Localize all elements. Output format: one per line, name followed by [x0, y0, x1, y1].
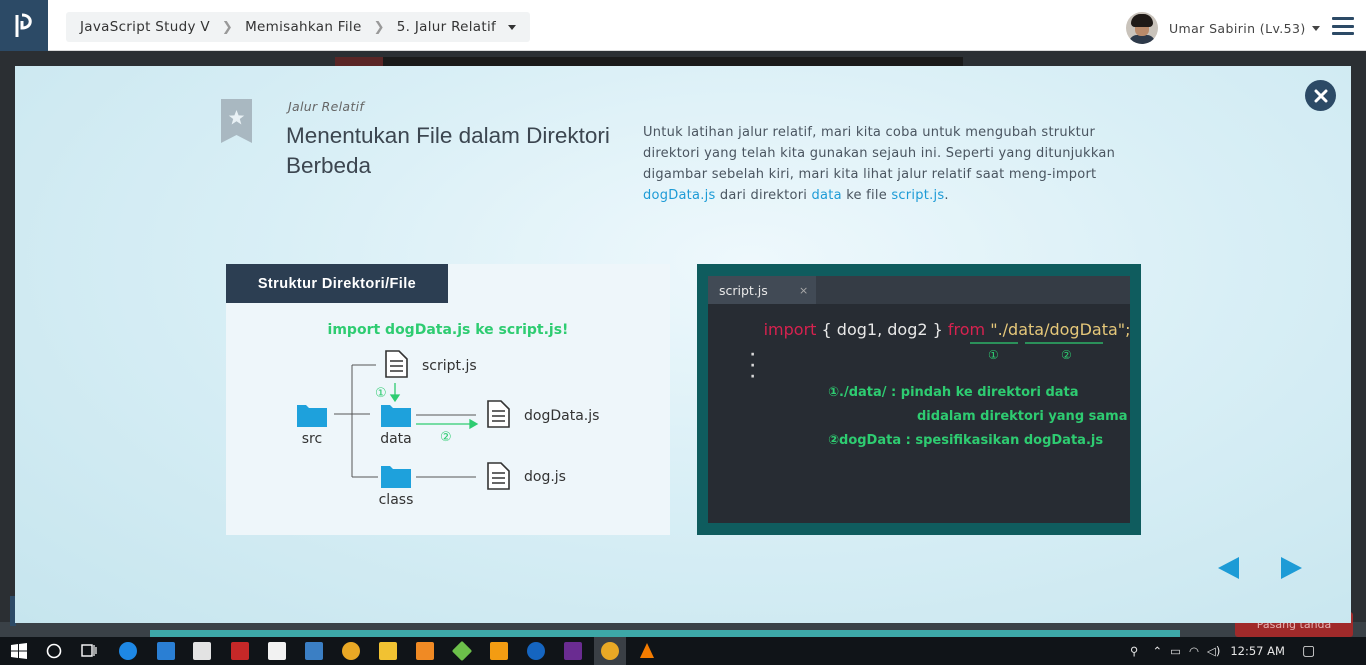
- close-modal-button[interactable]: [1305, 80, 1336, 111]
- code-figure: script.js × import { dog1, dog2 } from "…: [697, 264, 1141, 535]
- file-label-script: script.js: [422, 358, 477, 374]
- filezilla-icon[interactable]: [231, 642, 249, 660]
- vscode-icon[interactable]: [305, 642, 323, 660]
- desc-highlight-file: dogData.js: [643, 188, 716, 203]
- chevron-right-icon: ❯: [373, 19, 385, 35]
- background-progress: [150, 630, 1180, 637]
- desc-text: Untuk latihan jalur relatif, mari kita c…: [643, 125, 1116, 182]
- clock[interactable]: 12:57 AM: [1230, 644, 1285, 658]
- file-label-dog: dog.js: [524, 469, 566, 485]
- folder-label-data: data: [380, 431, 412, 447]
- folder-label-class: class: [379, 492, 414, 508]
- triangle-left-icon: [1218, 557, 1239, 579]
- bookmark-button[interactable]: [221, 99, 252, 143]
- code-keyword-import: import: [764, 320, 817, 339]
- phpstorm-icon[interactable]: [564, 642, 582, 660]
- chrome-active-icon[interactable]: [601, 642, 619, 660]
- volume-icon[interactable]: ◁): [1207, 644, 1220, 658]
- maps-icon[interactable]: [527, 642, 545, 660]
- caret-down-icon[interactable]: [508, 24, 517, 30]
- breadcrumb-course[interactable]: JavaScript Study V: [80, 19, 210, 35]
- bookmark-star-icon: [221, 99, 252, 143]
- progate-logo[interactable]: [0, 0, 48, 51]
- folder-icon: [297, 405, 327, 427]
- top-bar: JavaScript Study V ❯ Memisahkan File ❯ 5…: [0, 0, 1366, 51]
- directory-structure-figure: import dogData.js ke script.js! script.j…: [226, 264, 670, 535]
- search-circle-icon[interactable]: [45, 642, 63, 660]
- chrome-icon[interactable]: [342, 642, 360, 660]
- desc-text: dari direktori: [715, 188, 812, 203]
- file-label-dogdata: dogData.js: [524, 408, 599, 424]
- code-marker-1: ①: [988, 348, 999, 362]
- code-line: import { dog1, dog2 } from "./data/dogDa…: [728, 320, 1141, 339]
- next-slide-button[interactable]: [1279, 556, 1303, 580]
- edge-browser-icon[interactable]: [119, 642, 137, 660]
- pycharm-icon[interactable]: [268, 642, 286, 660]
- file-icon: [487, 400, 510, 428]
- breadcrumb-lesson[interactable]: 5. Jalur Relatif: [397, 19, 496, 35]
- store-icon[interactable]: [193, 642, 211, 660]
- code-content: import { dog1, dog2 } from "./data/dogDa…: [728, 320, 1141, 448]
- sublime-icon[interactable]: [490, 642, 508, 660]
- wifi-icon[interactable]: ◠: [1189, 644, 1199, 658]
- desc-text: ke file: [841, 188, 892, 203]
- file-icon: [385, 350, 408, 378]
- triangle-right-icon: [1281, 557, 1302, 579]
- git-icon[interactable]: [451, 640, 473, 662]
- lesson-title: Menentukan File dalam Direktori Berbeda: [286, 123, 610, 178]
- code-quote-end: ";: [1118, 320, 1131, 339]
- note-line-2: didalam direktori yang sama: [917, 409, 1127, 424]
- notifications-icon[interactable]: ▢: [1302, 643, 1315, 659]
- file-icon: [487, 462, 510, 490]
- avatar: [1126, 12, 1158, 44]
- tray-expand-icon[interactable]: ⌃: [1152, 644, 1162, 658]
- folder-icon: [381, 405, 411, 427]
- os-taskbar: ⚲ ⌃ ▭ ◠ ◁) 12:57 AM ▢: [0, 637, 1366, 665]
- lesson-subtitle: Jalur Relatif: [288, 99, 365, 114]
- breadcrumb-chapter[interactable]: Memisahkan File: [245, 19, 362, 35]
- system-tray: ⚲ ⌃ ▭ ◠ ◁) 12:57 AM ▢: [1130, 637, 1315, 665]
- file-explorer-icon[interactable]: [379, 642, 397, 660]
- task-view-icon[interactable]: [80, 642, 98, 660]
- desc-text: .: [944, 188, 949, 203]
- breadcrumb: JavaScript Study V ❯ Memisahkan File ❯ 5…: [66, 12, 531, 42]
- figure-caption: import dogData.js ke script.js!: [328, 322, 569, 338]
- ellipsis-dot: ·: [750, 369, 755, 385]
- note-line-3: ②dogData : spesifikasikan dogData.js: [828, 433, 1103, 448]
- vlc-icon[interactable]: [638, 642, 656, 660]
- logo-icon: [15, 13, 32, 37]
- previous-slide-button[interactable]: [1217, 556, 1241, 580]
- windows-start-icon[interactable]: [10, 642, 28, 660]
- mail-icon[interactable]: [157, 642, 175, 660]
- desc-highlight-folder: data: [811, 188, 842, 203]
- step-marker-1: ①: [375, 386, 387, 401]
- user-name: Umar Sabirin (Lv.53): [1169, 20, 1306, 36]
- step-marker-2: ②: [440, 430, 452, 445]
- lesson-description: Untuk latihan jalur relatif, mari kita c…: [643, 122, 1123, 206]
- code-path-part-1: ./data/: [998, 320, 1051, 339]
- code-quote: ": [985, 320, 997, 339]
- code-braces: { dog1, dog2 }: [816, 320, 947, 339]
- desc-highlight-target: script.js: [891, 188, 945, 203]
- code-marker-2: ②: [1061, 348, 1072, 362]
- caret-down-icon: [1311, 25, 1320, 31]
- hamburger-menu-icon[interactable]: [1332, 17, 1354, 35]
- chevron-right-icon: ❯: [221, 19, 234, 35]
- battery-icon[interactable]: ▭: [1170, 644, 1181, 658]
- user-menu[interactable]: Umar Sabirin (Lv.53): [1126, 12, 1320, 44]
- xampp-icon[interactable]: [416, 642, 434, 660]
- folder-label-src: src: [302, 431, 322, 447]
- folder-icon: [381, 466, 411, 488]
- directory-diagram: import dogData.js ke script.js! script.j…: [297, 322, 599, 508]
- code-path-part-2: dogData: [1049, 320, 1117, 339]
- people-icon[interactable]: ⚲: [1130, 644, 1138, 658]
- note-line-1: ①./data/ : pindah ke direktori data: [828, 385, 1079, 400]
- close-icon: [1314, 89, 1327, 102]
- figure-header: Struktur Direktori/File: [226, 264, 448, 303]
- code-keyword-from: from: [948, 320, 985, 339]
